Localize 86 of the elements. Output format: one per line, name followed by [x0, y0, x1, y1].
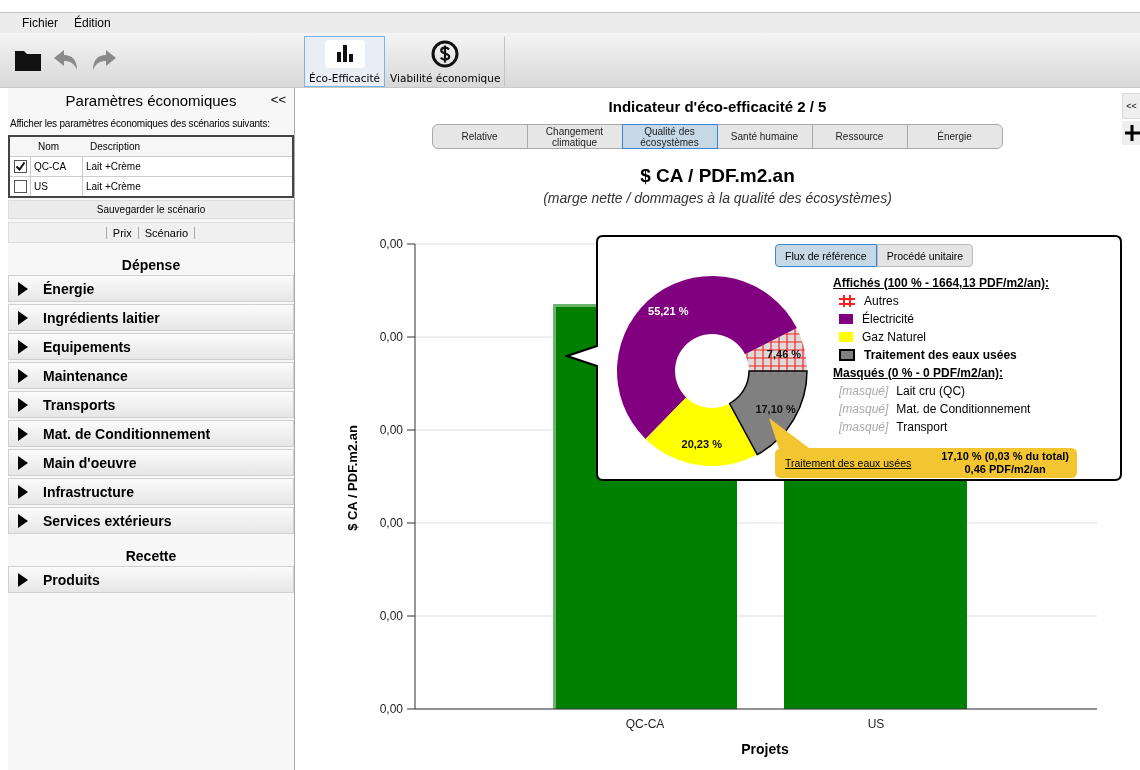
hidden-tag: [masqué]	[839, 402, 889, 416]
subtab[interactable]: Prix	[105, 226, 139, 239]
category-row[interactable]: Produits	[8, 566, 294, 593]
axis-tick-label: 0,00	[379, 423, 403, 437]
legend-label[interactable]: Électricité	[862, 312, 914, 326]
category-row[interactable]: Maintenance	[8, 362, 294, 389]
collapsed-arrow-icon	[17, 484, 29, 499]
module-tab[interactable]: Viabilité économique	[385, 36, 506, 87]
collapsed-arrow-icon	[17, 310, 29, 325]
legend-heading: Affichés (100 % - 1664,13 PDF/m2/an):	[833, 276, 1050, 290]
hidden-tag: [masqué]	[839, 384, 889, 398]
collapsed-arrow-icon	[17, 339, 29, 354]
legend-label[interactable]: Traitement des eaux usées	[864, 348, 1017, 362]
category-row[interactable]: Mat. de Conditionnement	[8, 420, 294, 447]
column-header: Description	[89, 140, 142, 154]
axis-tick-label: 0,00	[379, 609, 403, 623]
collapsed-arrow-icon	[17, 281, 29, 296]
collapsed-arrow-icon	[17, 397, 29, 412]
checkbox[interactable]	[13, 180, 27, 193]
slice-label: 17,10 %	[755, 402, 796, 415]
axis-category-label: US	[867, 717, 885, 731]
category-row[interactable]: Infrastructure	[8, 478, 294, 505]
category-row[interactable]: Services extérieurs	[8, 507, 294, 534]
checkbox[interactable]	[13, 160, 27, 173]
legend-label[interactable]: Autres	[864, 294, 899, 308]
hint-text: Afficher les paramètres économiques des scénarios suivants:	[9, 117, 271, 131]
donut-slice[interactable]	[645, 397, 758, 466]
axis-tick-label: 0,00	[379, 702, 403, 716]
tooltip-value: 0,46 PDF/m2/an	[964, 463, 1046, 476]
axis-tick-label: 0,00	[379, 237, 403, 251]
axis-category-label: QC-CA	[625, 717, 665, 731]
legend-label[interactable]: Mat. de Conditionnement	[896, 402, 1031, 416]
legend-label[interactable]: Transport	[896, 420, 948, 434]
axis-tick-label: 0,00	[379, 516, 403, 530]
slice-label: 20,23 %	[681, 438, 722, 451]
indicator-tab[interactable]: Santé humaine	[716, 124, 813, 149]
tooltip-title: Traitement des eaux usées	[785, 457, 912, 469]
mode-toggle[interactable]: Procédé unitaire	[876, 244, 974, 267]
section-title: Recette	[124, 547, 178, 566]
legend-label[interactable]: Gaz Naturel	[862, 330, 927, 344]
legend-heading: Masqués (0 % - 0 PDF/m2/an):	[833, 366, 1005, 380]
category-row[interactable]: Transports	[8, 391, 294, 418]
indicator-tab[interactable]: Changement climatique	[526, 124, 623, 149]
collapsed-arrow-icon	[17, 513, 29, 528]
section-title: Dépense	[120, 256, 182, 275]
indicator-tab[interactable]: Énergie	[906, 124, 1003, 149]
subtab[interactable]: Scénario	[137, 226, 196, 239]
collapsed-arrow-icon	[17, 455, 29, 470]
mode-toggle[interactable]: Flux de référence	[775, 244, 877, 267]
indicator-tab[interactable]: Qualité des écosystèmes	[621, 124, 718, 149]
collapsed-arrow-icon	[17, 426, 29, 441]
x-axis-title: Projets	[741, 741, 789, 757]
table-cell: Lait +Crème	[82, 177, 292, 196]
table-cell: QC-CA	[30, 157, 82, 176]
menu-item[interactable]: Fichier	[22, 16, 58, 30]
category-row[interactable]: Ingrédients laitier	[8, 304, 294, 331]
chart-subtitle: (marge nette / dommages à la qualité des écosystèmes)	[543, 190, 892, 206]
collapsed-arrow-icon	[17, 368, 29, 383]
collapse-button[interactable]: <<	[270, 92, 286, 107]
menu-item[interactable]: Édition	[74, 16, 111, 30]
donut-slice[interactable]	[728, 370, 808, 456]
legend-label[interactable]: Lait cru (QC)	[896, 384, 966, 398]
collapsed-arrow-icon	[17, 572, 29, 587]
folder-icon[interactable]	[14, 48, 42, 72]
category-row[interactable]: Énergie	[8, 275, 294, 302]
dollar-icon	[431, 40, 460, 68]
table-cell: Lait +Crème	[82, 157, 292, 176]
indicator-tab[interactable]: Ressource	[811, 124, 908, 149]
axis-tick-label: 0,00	[379, 330, 403, 344]
category-row[interactable]: Equipements	[8, 333, 294, 360]
module-tab[interactable]: Éco-Efficacité	[304, 36, 386, 87]
panel-title: Paramètres économiques	[65, 91, 237, 109]
table-cell: US	[30, 177, 82, 196]
collapse-button[interactable]: <<	[1122, 93, 1140, 119]
chart-title: $ CA / PDF.m2.an	[640, 165, 795, 187]
y-axis-title: $ CA / PDF.m2.an	[345, 425, 360, 531]
save-button[interactable]: Sauvegarder le scénario	[8, 200, 294, 219]
slice-label: 55,21 %	[648, 305, 689, 318]
hidden-tag: [masqué]	[839, 420, 889, 434]
indicator-tab[interactable]: Relative	[431, 124, 528, 149]
column-header: Nom	[37, 140, 61, 154]
tooltip-value: 17,10 % (0,03 % du total)	[941, 450, 1069, 463]
indicator-title: Indicateur d'éco-efficacité 2 / 5	[608, 98, 827, 115]
category-row[interactable]: Main d'oeuvre	[8, 449, 294, 476]
plus-icon[interactable]	[1122, 121, 1140, 145]
bar-chart-icon	[324, 40, 365, 68]
